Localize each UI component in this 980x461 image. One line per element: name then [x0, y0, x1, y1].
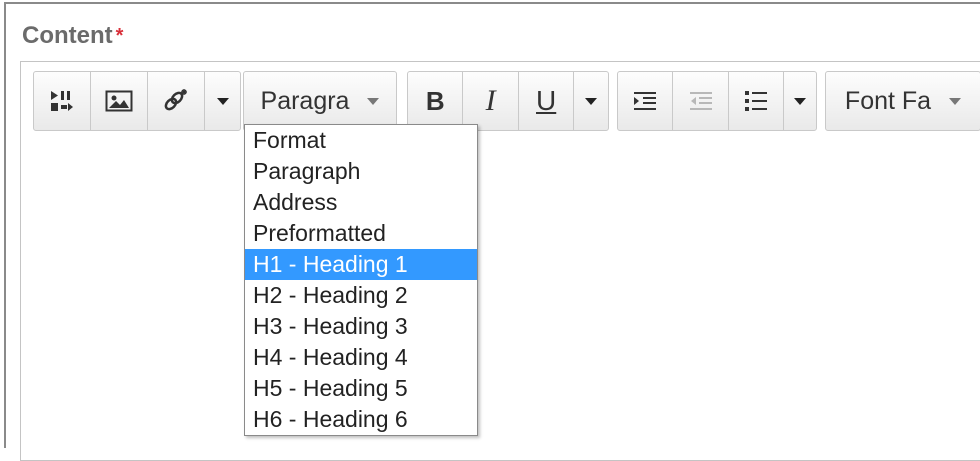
- outdent-button[interactable]: [673, 72, 729, 130]
- chevron-down-icon: [367, 97, 380, 105]
- indent-icon: [634, 92, 657, 110]
- chevron-down-icon: [794, 97, 807, 105]
- dropdown-item-heading-5[interactable]: H5 - Heading 5: [245, 373, 477, 404]
- text-style-group: B I U: [407, 71, 609, 131]
- block-format-value: Paragra: [260, 86, 350, 115]
- bullet-list-button[interactable]: [729, 72, 785, 130]
- required-indicator: *: [115, 25, 124, 47]
- image-icon: [105, 90, 133, 112]
- insert-image-button[interactable]: [91, 72, 148, 130]
- italic-icon: I: [485, 84, 496, 117]
- chevron-down-icon: [949, 97, 962, 105]
- dropdown-item-preformatted[interactable]: Preformatted: [245, 218, 477, 249]
- insert-group: [33, 71, 241, 131]
- field-label: Content: [22, 22, 113, 49]
- text-style-dropdown-button[interactable]: [574, 72, 608, 130]
- link-icon: [164, 89, 187, 111]
- bullet-list-icon: [745, 91, 768, 111]
- chevron-down-icon: [585, 97, 598, 105]
- content-field-label: Content *: [22, 22, 123, 50]
- block-format-dropdown: Format Paragraph Address Preformatted H1…: [244, 124, 478, 436]
- dropdown-item-address[interactable]: Address: [245, 187, 477, 218]
- indent-button[interactable]: [618, 72, 674, 130]
- editor-toolbar: Paragra B I U Font Fa: [21, 62, 980, 140]
- dropdown-item-heading-1[interactable]: H1 - Heading 1: [245, 249, 477, 280]
- bold-icon: B: [425, 85, 445, 116]
- outdent-icon: [689, 92, 712, 110]
- dropdown-item-heading-4[interactable]: H4 - Heading 4: [245, 342, 477, 373]
- font-family-select[interactable]: Font Fa: [825, 71, 980, 131]
- rich-text-editor[interactable]: Paragra B I U Font Fa: [20, 61, 980, 461]
- block-format-select[interactable]: Paragra: [243, 71, 397, 131]
- dropdown-item-heading-2[interactable]: H2 - Heading 2: [245, 280, 477, 311]
- chevron-down-icon: [216, 97, 229, 105]
- list-indent-group: [617, 71, 817, 131]
- dropdown-item-heading-6[interactable]: H6 - Heading 6: [245, 404, 477, 435]
- dropdown-item-heading-3[interactable]: H3 - Heading 3: [245, 311, 477, 342]
- bold-button[interactable]: B: [408, 72, 464, 130]
- toolbar-toggle-button[interactable]: [34, 72, 91, 130]
- toolbar-toggle-icon: [51, 91, 73, 111]
- insert-link-button[interactable]: [148, 72, 205, 130]
- underline-icon: U: [536, 85, 557, 116]
- italic-button[interactable]: I: [463, 72, 519, 130]
- font-family-value: Font Fa: [844, 86, 932, 115]
- insert-more-dropdown-button[interactable]: [205, 72, 240, 130]
- block-format-button[interactable]: Paragra: [244, 72, 396, 130]
- dropdown-item-format[interactable]: Format: [245, 125, 477, 156]
- list-dropdown-button[interactable]: [784, 72, 816, 130]
- dropdown-item-paragraph[interactable]: Paragraph: [245, 156, 477, 187]
- underline-button[interactable]: U: [519, 72, 575, 130]
- font-family-button[interactable]: Font Fa: [826, 72, 980, 130]
